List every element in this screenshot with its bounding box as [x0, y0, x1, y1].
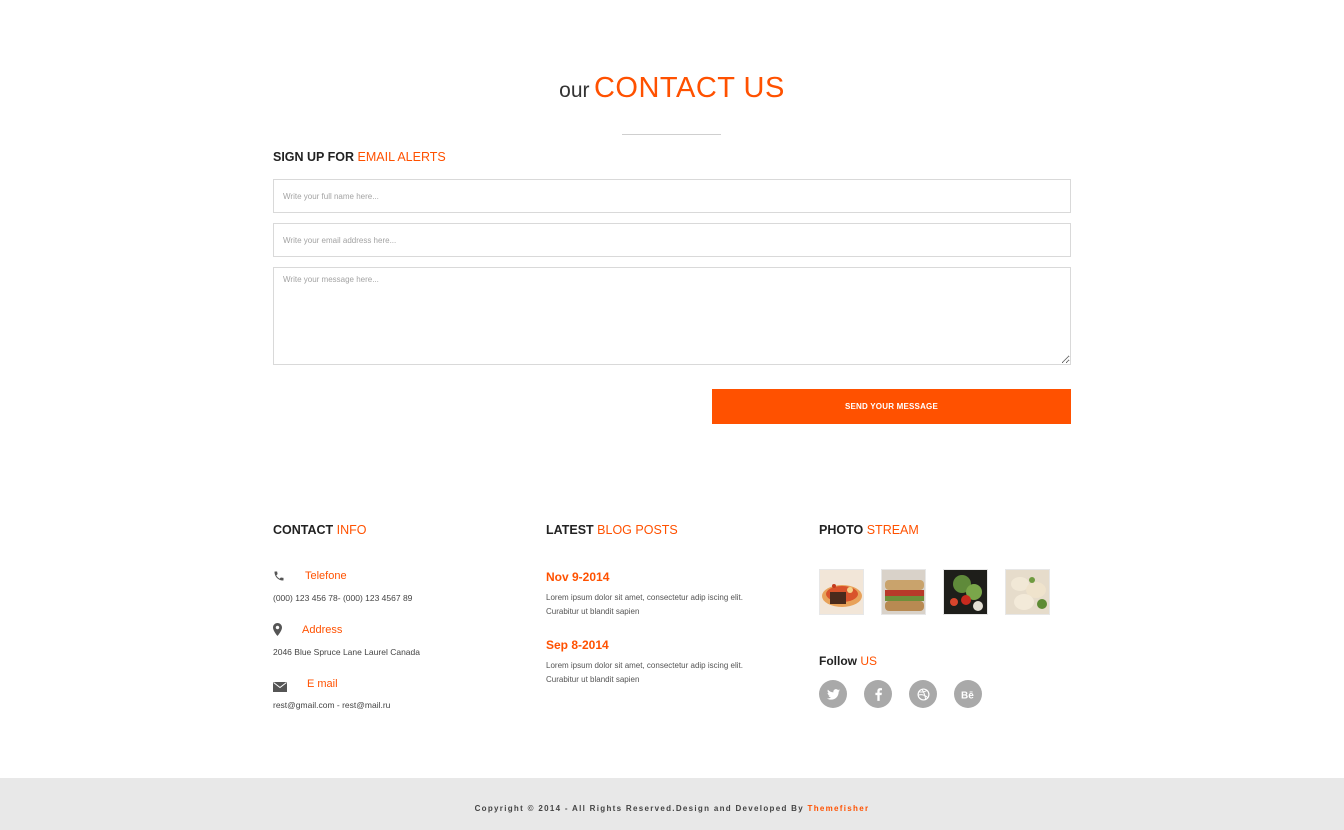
copyright-text: Copyright © 2014 - All Rights Reserved.D…: [0, 804, 1344, 813]
contact-info-heading: CONTACT INFO: [273, 523, 367, 537]
page-title-lead: our: [559, 79, 590, 102]
follow-heading: Follow US: [819, 654, 877, 668]
dribbble-icon[interactable]: [909, 680, 937, 708]
email-input[interactable]: [273, 223, 1071, 257]
form-heading-accent: EMAIL ALERTS: [357, 150, 446, 164]
photo-stream-heading-accent: STREAM: [866, 523, 919, 537]
photo-stream-heading: PHOTO STREAM: [819, 523, 919, 537]
blog-heading: LATEST BLOG POSTS: [546, 523, 678, 537]
form-heading-lead: SIGN UP FOR: [273, 150, 355, 164]
blog-heading-lead: LATEST: [546, 523, 594, 537]
envelope-icon: [273, 679, 287, 697]
contact-info-heading-accent: INFO: [336, 523, 367, 537]
message-textarea[interactable]: [273, 267, 1071, 365]
behance-icon[interactable]: Bē: [954, 680, 982, 708]
map-marker-icon: [273, 623, 282, 641]
telefone-value: (000) 123 456 78- (000) 123 4567 89: [273, 593, 413, 603]
full-name-input[interactable]: [273, 179, 1071, 213]
address-value: 2046 Blue Spruce Lane Laurel Canada: [273, 647, 420, 657]
blog-post-excerpt: Curabitur ut blandit sapien: [546, 675, 640, 684]
facebook-icon[interactable]: [864, 680, 892, 708]
form-heading: SIGN UP FOR EMAIL ALERTS: [273, 150, 446, 164]
blog-post-excerpt: Lorem ipsum dolor sit amet, consectetur …: [546, 593, 743, 602]
themefisher-link[interactable]: Themefisher: [808, 804, 870, 813]
title-divider: [622, 134, 721, 135]
address-label: Address: [302, 624, 343, 636]
pizza-photo[interactable]: [819, 569, 864, 615]
copyright-label: Copyright © 2014 - All Rights Reserved.D…: [474, 804, 804, 813]
blog-post-excerpt: Curabitur ut blandit sapien: [546, 607, 640, 616]
page-title-accent: CONTACT US: [593, 72, 785, 104]
phone-icon: [273, 569, 285, 587]
email-label: E mail: [307, 678, 338, 690]
blog-post-date[interactable]: Nov 9-2014: [546, 570, 609, 584]
salad-photo[interactable]: [943, 569, 988, 615]
follow-heading-accent: US: [860, 654, 878, 668]
follow-heading-lead: Follow: [819, 654, 857, 668]
dumplings-photo[interactable]: [1005, 569, 1050, 615]
page-title: our CONTACT US: [0, 72, 1344, 105]
telefone-label: Telefone: [305, 570, 347, 582]
sandwich-photo[interactable]: [881, 569, 926, 615]
twitter-icon[interactable]: [819, 680, 847, 708]
blog-heading-accent: BLOG POSTS: [597, 523, 678, 537]
contact-info-heading-lead: CONTACT: [273, 523, 334, 537]
send-message-button[interactable]: SEND YOUR MESSAGE: [712, 389, 1071, 424]
email-value: rest@gmail.com - rest@mail.ru: [273, 700, 391, 710]
blog-post-date[interactable]: Sep 8-2014: [546, 638, 609, 652]
photo-stream-heading-lead: PHOTO: [819, 523, 864, 537]
svg-text:Bē: Bē: [961, 690, 974, 700]
blog-post-excerpt: Lorem ipsum dolor sit amet, consectetur …: [546, 661, 743, 670]
